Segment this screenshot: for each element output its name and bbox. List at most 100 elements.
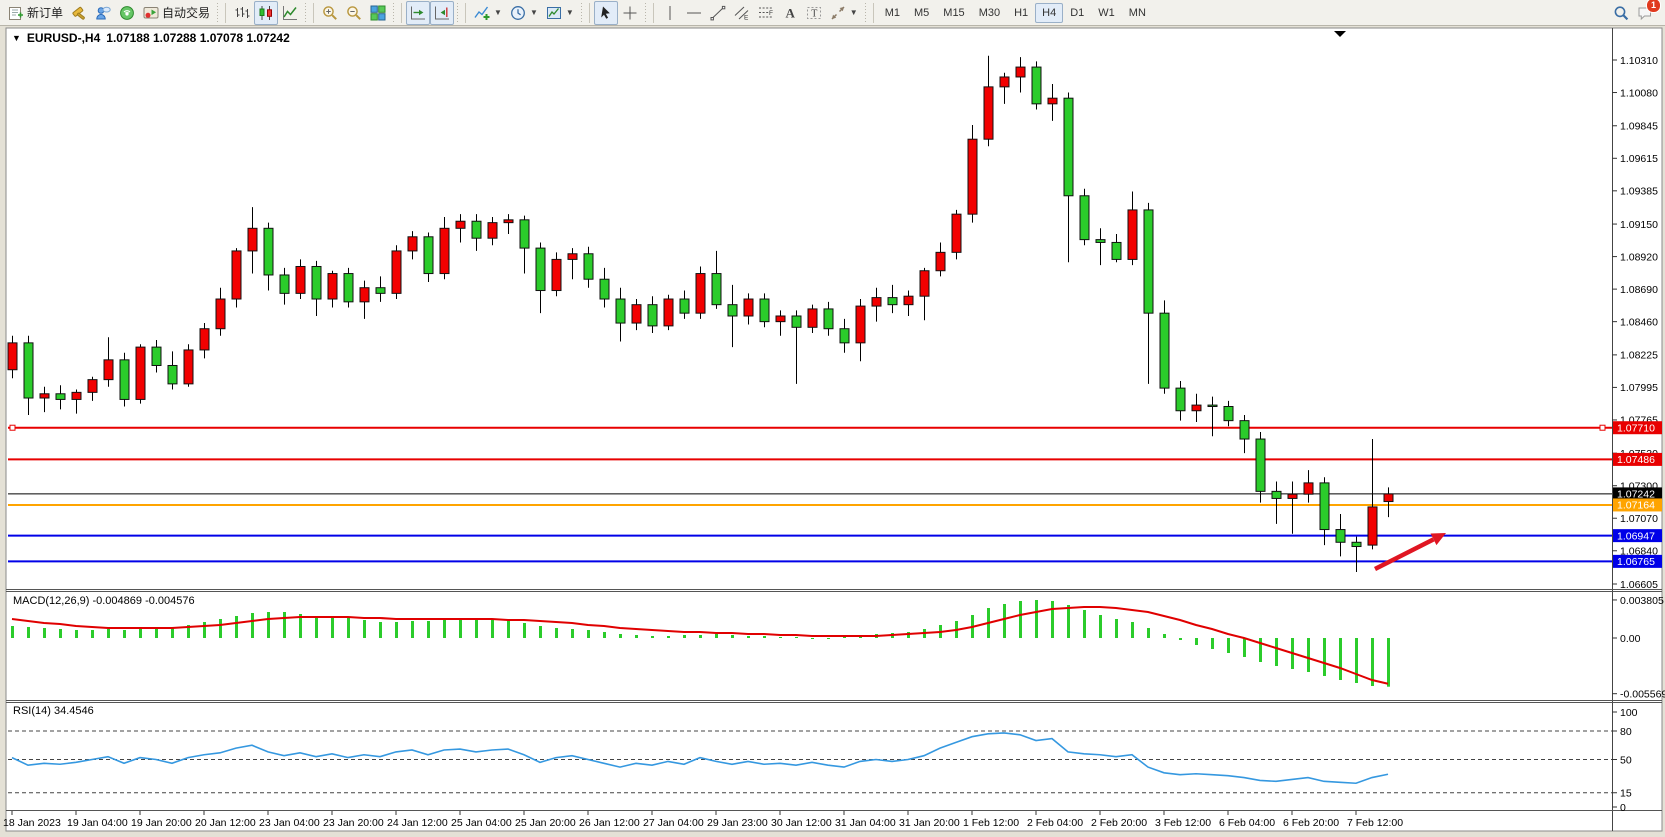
candle-up: [1384, 494, 1393, 502]
auto-trading-button[interactable]: 自动交易: [139, 1, 214, 25]
timeframe-m1-button[interactable]: M1: [878, 3, 907, 23]
cursor-tool-button[interactable]: [594, 1, 618, 25]
price-chart[interactable]: 1.103101.100801.098451.096151.093851.091…: [0, 26, 1665, 837]
svg-text:50: 50: [1620, 754, 1632, 766]
svg-text:1.07164: 1.07164: [1617, 500, 1655, 512]
vline-icon: [662, 5, 678, 21]
timeframe-h1-button[interactable]: H1: [1007, 3, 1035, 23]
svg-text:1.07070: 1.07070: [1620, 513, 1658, 525]
candle-down: [264, 228, 273, 275]
chart-dropdown-caret[interactable]: ▼: [12, 33, 21, 43]
svg-text:A: A: [785, 5, 795, 20]
timeframe-m15-button[interactable]: M15: [936, 3, 971, 23]
usercloud-icon: [95, 5, 111, 21]
svg-text:1.07995: 1.07995: [1620, 382, 1658, 394]
svg-text:1 Feb 12:00: 1 Feb 12:00: [963, 817, 1019, 829]
candle-up: [1288, 494, 1297, 498]
vertical-line-tool[interactable]: [658, 1, 682, 25]
auto-scroll-button[interactable]: [406, 1, 430, 25]
chevron-down-icon[interactable]: ▼: [850, 8, 858, 17]
candle-up: [904, 296, 913, 304]
candle-down: [424, 237, 433, 274]
horizontal-line-tool[interactable]: [682, 1, 706, 25]
candle-down: [728, 305, 737, 316]
signals-button[interactable]: [115, 1, 139, 25]
text-label-tool[interactable]: T: [802, 1, 826, 25]
zoom-in-button[interactable]: [318, 1, 342, 25]
timeframe-h4-button[interactable]: H4: [1035, 3, 1063, 23]
candle-down: [1224, 407, 1233, 421]
candle-down: [888, 298, 897, 305]
candle-up: [104, 360, 113, 380]
search-icon: [1613, 5, 1629, 21]
timeframe-m5-button[interactable]: M5: [907, 3, 936, 23]
chart-symbol-period: EURUSD-,H4: [27, 31, 100, 45]
candle-down: [616, 299, 625, 323]
toolbar-grip: [216, 3, 219, 23]
svg-text:0.003805: 0.003805: [1620, 595, 1664, 607]
templates-icon: [546, 5, 562, 21]
toolbar-grip: [864, 3, 867, 23]
fibo-icon: F: [758, 5, 774, 21]
trendline-tool[interactable]: [706, 1, 730, 25]
chevron-down-icon[interactable]: ▼: [494, 8, 502, 17]
tile-windows-button[interactable]: [366, 1, 390, 25]
toolbar-separator: [589, 3, 590, 23]
candlestick-chart-button[interactable]: [254, 1, 278, 25]
community-button[interactable]: [91, 1, 115, 25]
depth-of-market-button[interactable]: [67, 1, 91, 25]
toolbar-button-label: 新订单: [27, 4, 63, 21]
search-button[interactable]: [1609, 1, 1633, 25]
zoom-out-button[interactable]: [342, 1, 366, 25]
chevron-down-icon[interactable]: ▼: [530, 8, 538, 17]
candle-up: [8, 343, 17, 370]
indicators-icon: [474, 5, 490, 21]
notifications-button[interactable]: 1: [1633, 1, 1657, 25]
arrows-tool[interactable]: ▼: [826, 1, 862, 25]
timeframe-d1-button[interactable]: D1: [1063, 3, 1091, 23]
timeframe-m30-button[interactable]: M30: [972, 3, 1007, 23]
hline-endpoint[interactable]: [1600, 425, 1605, 430]
toolbar-separator: [225, 3, 226, 23]
candle-down: [168, 365, 177, 383]
new-order-button[interactable]: 新订单: [4, 1, 67, 25]
crosshair-tool-button[interactable]: [618, 1, 642, 25]
toolbar-grip: [580, 3, 583, 23]
toolbar-grip: [456, 3, 459, 23]
svg-text:0.00: 0.00: [1620, 633, 1641, 645]
svg-text:1.10310: 1.10310: [1620, 55, 1658, 67]
candle-up: [936, 252, 945, 270]
line-chart-button[interactable]: [278, 1, 302, 25]
periods-button[interactable]: ▼: [506, 1, 542, 25]
candle-down: [1336, 530, 1345, 543]
svg-text:1.10080: 1.10080: [1620, 87, 1658, 99]
svg-text:6 Feb 20:00: 6 Feb 20:00: [1283, 817, 1339, 829]
toolbar-separator: [401, 3, 402, 23]
hline-endpoint[interactable]: [10, 425, 15, 430]
channel-tool[interactable]: E: [730, 1, 754, 25]
bar-chart-button[interactable]: [230, 1, 254, 25]
svg-text:19 Jan 04:00: 19 Jan 04:00: [67, 817, 128, 829]
chevron-down-icon[interactable]: ▼: [566, 8, 574, 17]
timeframe-mn-button[interactable]: MN: [1122, 3, 1153, 23]
tiles-icon: [370, 5, 386, 21]
svg-text:F: F: [769, 10, 773, 17]
zoomout-icon: [346, 5, 362, 21]
toolbar-grip: [304, 3, 307, 23]
svg-text:3 Feb 12:00: 3 Feb 12:00: [1155, 817, 1211, 829]
indicators-button[interactable]: ▼: [470, 1, 506, 25]
channel-icon: E: [734, 5, 750, 21]
timeframe-w1-button[interactable]: W1: [1091, 3, 1122, 23]
chart-shift-button[interactable]: [430, 1, 454, 25]
candle-down: [840, 329, 849, 343]
fibonacci-tool[interactable]: F: [754, 1, 778, 25]
candle-down: [1176, 388, 1185, 411]
zoomin-icon: [322, 5, 338, 21]
chart-window[interactable]: 1.103101.100801.098451.096151.093851.091…: [0, 26, 1665, 837]
svg-text:24 Jan 12:00: 24 Jan 12:00: [387, 817, 448, 829]
toolbar-separator: [873, 3, 874, 23]
text-tool[interactable]: A: [778, 1, 802, 25]
candle-up: [1000, 77, 1009, 87]
templates-button[interactable]: ▼: [542, 1, 578, 25]
svg-text:29 Jan 23:00: 29 Jan 23:00: [707, 817, 768, 829]
